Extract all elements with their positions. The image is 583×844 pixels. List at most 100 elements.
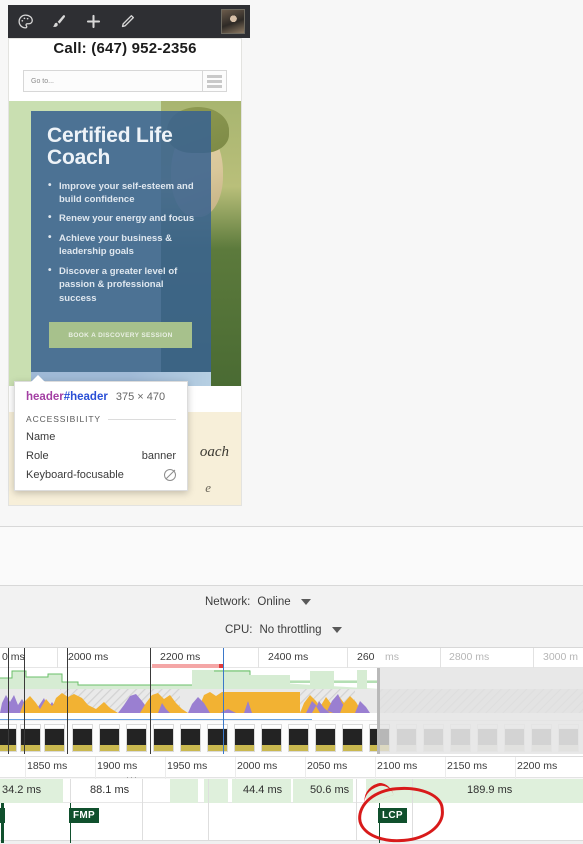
cpu-label: CPU: — [225, 624, 253, 636]
plus-icon[interactable] — [76, 5, 110, 38]
filmstrip-frame[interactable] — [261, 724, 282, 752]
avatar[interactable] — [221, 9, 245, 34]
inspector-row-name: Name — [26, 431, 176, 443]
overflow-ellipsis: ··· — [126, 772, 138, 782]
filmstrip-frame[interactable] — [153, 724, 174, 752]
filmstrip-frame[interactable] — [396, 724, 417, 752]
inspector-header: header #header 375 × 470 — [26, 391, 176, 403]
cpu-throttling-control[interactable]: CPU: No throttling — [225, 624, 342, 636]
filmstrip-frame[interactable] — [72, 724, 93, 752]
ruler-tick: 2200 ms — [160, 651, 201, 663]
row-label: Role — [26, 450, 49, 462]
filmstrip-frame[interactable] — [207, 724, 228, 752]
cpu-value: No throttling — [259, 624, 322, 636]
book-discovery-session-button[interactable]: BOOK A DISCOVERY SESSION — [49, 322, 192, 348]
inspector-element-id: #header — [63, 391, 108, 403]
hero-banner: Certified Life Coach Improve your self-e… — [9, 101, 241, 386]
ruler-tick: 1950 ms — [167, 760, 208, 772]
devtools-screenshot: Call: (647) 952-2356 Go to... Certified … — [0, 0, 583, 844]
filmstrip-frame[interactable] — [342, 724, 363, 752]
filmstrip-frame[interactable] — [99, 724, 120, 752]
inspector-accessibility-heading: ACCESSIBILITY — [26, 414, 176, 424]
cream-script-text: oach — [199, 444, 229, 460]
inspector-dimensions: 375 × 470 — [115, 391, 166, 403]
cpu-activity-graph — [0, 689, 583, 713]
ruler-tick: 2800 ms — [449, 651, 490, 663]
filmstrip-frame[interactable] — [531, 724, 552, 752]
filmstrip-frame[interactable] — [288, 724, 309, 752]
duration-label: 88.1 ms — [90, 784, 130, 796]
row-label: Keyboard-focusable — [26, 469, 124, 481]
accessibility-label: ACCESSIBILITY — [26, 414, 101, 424]
duration-label: 50.6 ms — [310, 784, 350, 796]
network-label: Network: — [205, 596, 251, 608]
duration-segment — [170, 779, 198, 803]
marker-fmp[interactable]: FMP — [69, 808, 100, 823]
ruler-tick: 1900 ms — [97, 760, 138, 772]
fps-area-chart — [0, 670, 380, 689]
hamburger-menu-icon[interactable] — [203, 70, 227, 92]
filmstrip-frame[interactable] — [126, 724, 147, 752]
chevron-down-icon[interactable] — [300, 599, 311, 605]
filmstrip-frame[interactable] — [477, 724, 498, 752]
brush-icon[interactable] — [42, 5, 76, 38]
list-item: Renew your energy and focus — [48, 211, 197, 226]
cpu-area-chart — [0, 689, 583, 713]
filmstrip-frame[interactable] — [369, 724, 390, 752]
divider — [0, 526, 583, 527]
list-item: Discover a greater level of passion & pr… — [48, 264, 197, 305]
row-label: Name — [26, 431, 56, 443]
event-marker-line — [8, 648, 9, 754]
filmstrip-frame[interactable] — [180, 724, 201, 752]
row-value: banner — [141, 450, 176, 462]
ruler-tick: 2050 ms — [307, 760, 348, 772]
palette-icon[interactable] — [8, 5, 42, 38]
network-graph — [0, 713, 583, 726]
list-item: Improve your self-esteem and build confi… — [48, 179, 197, 207]
filmstrip-frame[interactable] — [504, 724, 525, 752]
bottom-edge — [0, 840, 583, 844]
network-value: Online — [257, 596, 291, 608]
pencil-icon[interactable] — [110, 5, 144, 38]
ruler-tick: 0 ms — [2, 651, 25, 663]
filmstrip-frame[interactable] — [315, 724, 336, 752]
ruler-tick: 2200 ms — [517, 760, 558, 772]
hero-bullet-list: Improve your self-esteem and build confi… — [31, 179, 211, 306]
duration-label: 34.2 ms — [2, 784, 42, 796]
filmstrip-frame[interactable] — [423, 724, 444, 752]
fps-graph — [0, 668, 583, 689]
long-task-bar — [152, 664, 220, 668]
timeline-ruler: 1850 ms 1900 ms 1950 ms 2000 ms 2050 ms … — [0, 756, 583, 779]
filmstrip-frame[interactable] — [450, 724, 471, 752]
not-allowed-icon — [164, 469, 176, 481]
chevron-down-icon[interactable] — [331, 627, 342, 633]
hero-card: Certified Life Coach Improve your self-e… — [31, 111, 211, 376]
selection-handle-line[interactable] — [223, 648, 224, 754]
goto-select[interactable]: Go to... — [23, 70, 203, 92]
event-marker-line — [150, 648, 151, 754]
marker-fcp[interactable] — [0, 808, 5, 823]
nav-row: Go to... — [23, 70, 227, 92]
inspector-row-role: Role banner — [26, 450, 176, 462]
element-inspector-tooltip: header #header 375 × 470 ACCESSIBILITY Na… — [14, 375, 188, 491]
ruler-tick: ms — [385, 651, 399, 663]
ruler-tick: 2100 ms — [377, 760, 418, 772]
divider — [0, 585, 583, 586]
phone-number: Call: (647) 952-2356 — [53, 40, 197, 57]
ruler-tick: 1850 ms — [27, 760, 68, 772]
list-item: Achieve your business & leadership goals — [48, 231, 197, 259]
marker-lcp[interactable]: LCP — [378, 808, 407, 823]
overview-ruler: 0 ms 2000 ms 2200 ms 2400 ms 260 ms 2800… — [0, 648, 583, 668]
ruler-tick: 3000 m — [543, 651, 579, 663]
cream-script-text-2: e — [205, 480, 211, 495]
inspector-tag-name: header — [26, 391, 64, 403]
filmstrip-frame[interactable] — [44, 724, 65, 752]
filmstrip[interactable] — [0, 720, 583, 754]
event-marker-line — [24, 648, 25, 754]
filmstrip-frame[interactable] — [558, 724, 579, 752]
ruler-tick: 2000 ms — [237, 760, 278, 772]
network-throttling-control[interactable]: Network: Online — [205, 596, 311, 608]
divider — [108, 418, 176, 420]
filmstrip-frame[interactable] — [234, 724, 255, 752]
ruler-tick: 2150 ms — [447, 760, 488, 772]
